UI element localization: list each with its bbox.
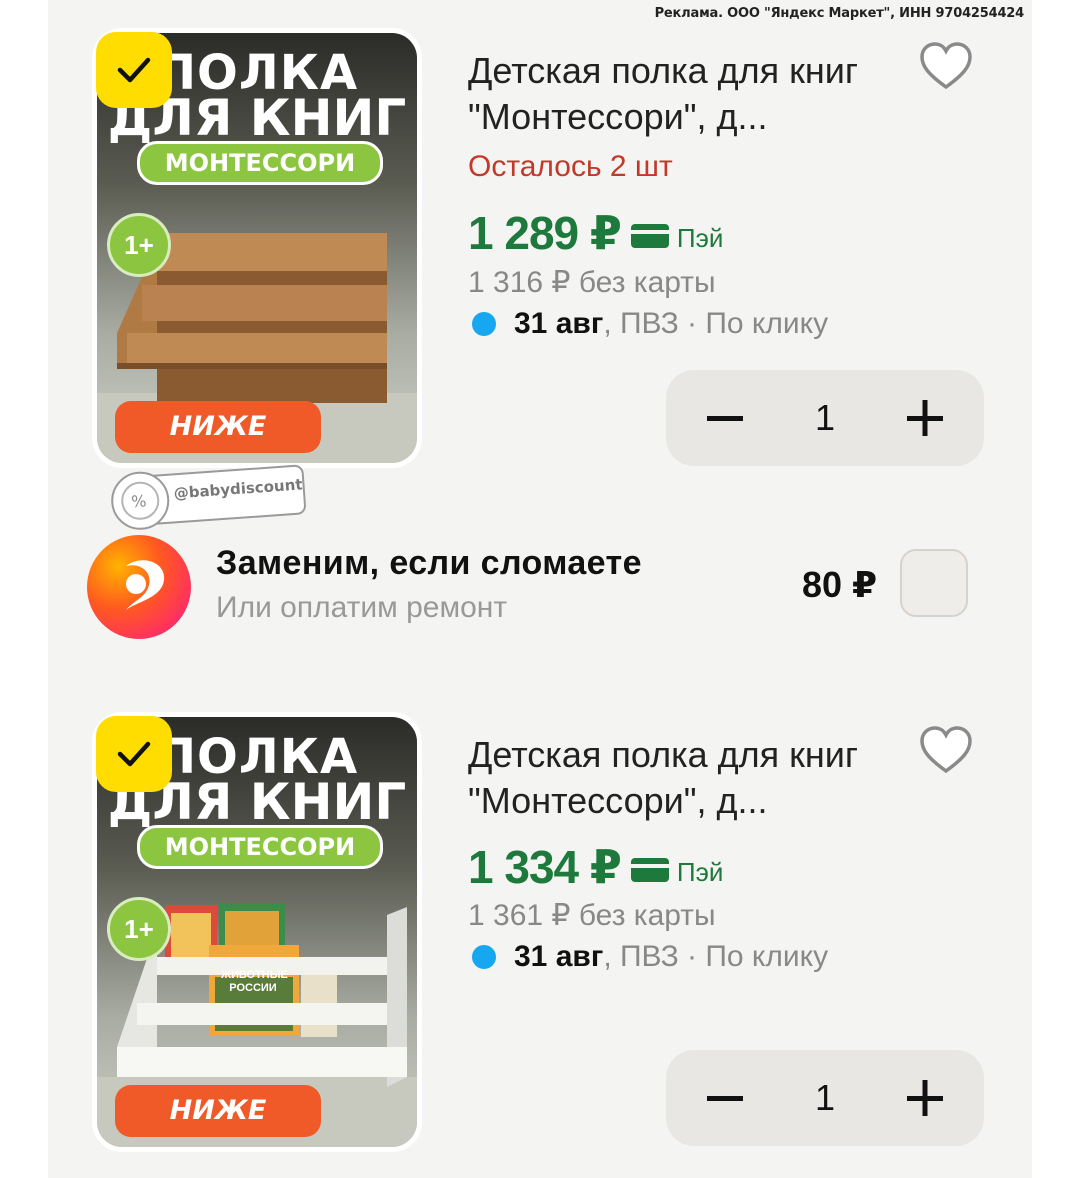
ad-disclaimer: Реклама. ООО "Яндекс Маркет", ИНН 970425… [654, 6, 1025, 21]
item-select-checkbox[interactable] [96, 716, 172, 792]
pay-card-icon [630, 858, 669, 882]
decrease-button[interactable] [666, 370, 784, 466]
check-icon [117, 57, 151, 83]
book-cover-text: ЖИВОТНЫЕ РОССИИ [221, 969, 288, 994]
service-title: Заменим, если сломаете [216, 544, 642, 582]
price-row: 1 334 ₽ Пэй [468, 840, 723, 894]
price-without-card: 1 316 ₽ без карты [468, 266, 716, 299]
price: 1 334 ₽ [468, 841, 622, 893]
quantity-stepper: 1 [666, 370, 984, 466]
age-badge: 1+ [107, 897, 171, 961]
increase-button[interactable] [866, 370, 984, 466]
price-without-card: 1 361 ₽ без карты [468, 899, 716, 932]
delivery-date: 31 авг [514, 307, 604, 340]
stock-remaining: Осталось 2 шт [468, 150, 673, 183]
quantity-value: 1 [814, 1077, 836, 1118]
delivery-dot-icon [472, 312, 496, 336]
price-row: 1 289 ₽ Пэй [468, 206, 723, 260]
quantity-stepper: 1 [666, 1050, 984, 1146]
favorite-heart-icon[interactable] [918, 40, 974, 92]
service-price: 80 ₽ [802, 564, 878, 605]
increase-button[interactable] [866, 1050, 984, 1146]
quantity-value: 1 [814, 397, 836, 438]
yandex-care-logo-icon [87, 535, 191, 639]
service-subtitle: Или оплатим ремонт [216, 591, 508, 624]
svg-text:%: % [131, 491, 147, 511]
pay-label: Пэй [676, 222, 724, 253]
check-icon [117, 741, 151, 767]
delivery-dot-icon [472, 945, 496, 969]
delivery-details: , ПВЗ · По клику [603, 307, 829, 340]
favorite-heart-icon[interactable] [918, 724, 974, 776]
below-market-badge: НИЖЕ РЫНКА [115, 1085, 321, 1137]
plus-icon [907, 1080, 943, 1116]
delivery-date: 31 авг [514, 940, 604, 973]
minus-icon [707, 416, 743, 421]
service-checkbox[interactable] [900, 549, 968, 617]
product-title[interactable]: Детская полка для книг "Монтессори", д..… [468, 48, 908, 140]
montessori-pill: МОНТЕССОРИ [137, 825, 383, 869]
delivery-details: , ПВЗ · По клику [603, 940, 829, 973]
age-badge: 1+ [107, 213, 171, 277]
plus-icon [907, 400, 943, 436]
price: 1 289 ₽ [468, 207, 622, 259]
delivery-info: 31 авг , ПВЗ · По клику [472, 940, 828, 974]
pay-label: Пэй [676, 856, 724, 887]
decrease-button[interactable] [666, 1050, 784, 1146]
pay-card-icon [630, 224, 669, 248]
montessori-pill: МОНТЕССОРИ [137, 141, 383, 185]
below-market-badge: НИЖЕ РЫНКА [115, 401, 321, 453]
product-title[interactable]: Детская полка для книг "Монтессори", д..… [468, 732, 908, 824]
item-select-checkbox[interactable] [96, 32, 172, 108]
watermark: % @babydiscount [106, 455, 310, 535]
minus-icon [707, 1096, 743, 1101]
delivery-info: 31 авг , ПВЗ · По клику [472, 307, 828, 341]
